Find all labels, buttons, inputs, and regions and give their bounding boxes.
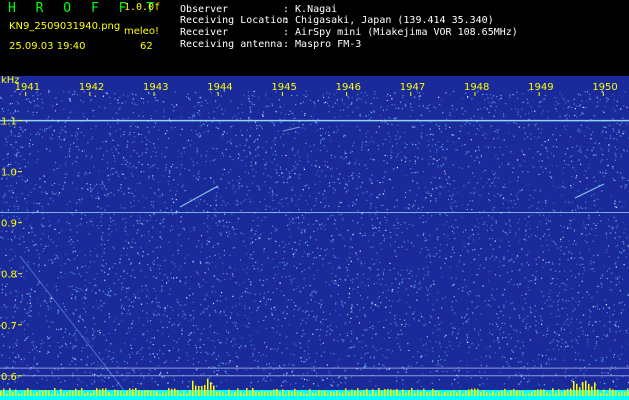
x-tick-label: 1943 [143, 82, 168, 93]
y-tick-label: 0.9 [1, 219, 17, 230]
x-tick-label: 1941 [15, 82, 40, 93]
receiver-value: : AirSpy mini (Miakejima VOR 108.65MHz) [283, 27, 518, 38]
x-tick-label: 1950 [592, 82, 617, 93]
x-tick-label: 1949 [528, 82, 553, 93]
spectrogram-plot: kHz 1.11.00.90.80.70.6 1941 1942 1943 1944 1… [0, 76, 629, 400]
y-tick-label: 1.1 [1, 117, 17, 128]
x-tick-label: 1947 [400, 82, 425, 93]
antenna-label: Receiving antenna [180, 39, 283, 50]
x-tick-label: 1948 [464, 82, 489, 93]
meleo-label: meleo! [124, 26, 159, 37]
observer-label: Observer [180, 4, 229, 15]
x-tick-label: 1942 [79, 82, 104, 93]
y-tick-label: 0.6 [1, 372, 17, 383]
x-tick-label: 1946 [336, 82, 361, 93]
app-version: 1.0.0f [124, 2, 161, 13]
echo-count: 62 [140, 41, 153, 52]
capture-datetime: 25.09.03 19:40 [9, 41, 86, 52]
receiver-label: Receiver [180, 27, 229, 38]
header-panel: H R O F F T 1.0.0f KN9_2509031940.png me… [0, 0, 629, 76]
y-tick-label: 1.0 [1, 168, 17, 179]
y-tick-label: 0.8 [1, 270, 17, 281]
x-tick-label: 1945 [271, 82, 296, 93]
location-value: : Chigasaki, Japan (139.414 35.340) [283, 15, 494, 26]
file-name: KN9_2509031940.png [9, 21, 121, 32]
y-tick-label: 0.7 [1, 321, 17, 332]
x-tick-label: 1944 [207, 82, 232, 93]
location-label: Receiving Location [180, 15, 289, 26]
antenna-value: : Maspro FM-3 [283, 39, 362, 50]
observer-value: : K.Nagai [283, 4, 338, 15]
